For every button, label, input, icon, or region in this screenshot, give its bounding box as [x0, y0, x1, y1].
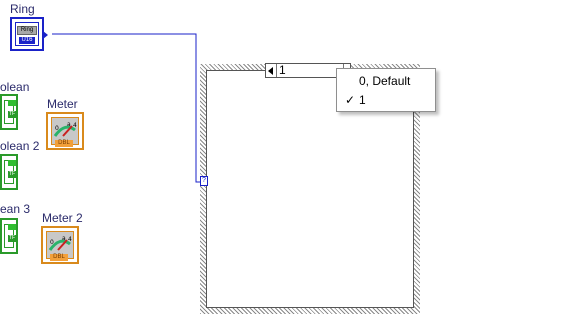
meter-1-terminal[interactable]: 0 a 4 DBL: [46, 112, 84, 150]
meter-1-label: Meter: [47, 97, 78, 111]
menu-item-case-1[interactable]: ✓ 1: [337, 91, 435, 109]
menu-item-label: 1: [359, 93, 366, 107]
svg-text:a: a: [62, 235, 66, 242]
ring-output-arrow: [43, 31, 48, 39]
boolean-2-label: olean 2: [0, 139, 40, 153]
boolean-3-label: ean 3: [0, 202, 31, 216]
boolean-type-badge: TF: [8, 235, 16, 242]
meter-2-label: Meter 2: [42, 211, 83, 225]
boolean-led-icon: [8, 224, 16, 230]
ring-type-badge: U16: [19, 37, 35, 44]
svg-text:4: 4: [73, 122, 77, 129]
boolean-type-badge: TF: [8, 111, 16, 118]
svg-text:4: 4: [68, 236, 72, 243]
boolean-1-terminal[interactable]: TF: [0, 94, 18, 130]
boolean-type-badge: TF: [8, 171, 16, 178]
boolean-2-terminal[interactable]: TF: [0, 154, 18, 190]
ring-icon: Ring U16: [15, 22, 39, 46]
ring-chip: Ring: [17, 26, 37, 35]
boolean-led-icon: [8, 160, 16, 166]
ring-terminal[interactable]: Ring U16: [10, 17, 48, 51]
svg-text:a: a: [67, 121, 71, 128]
menu-item-label: 0, Default: [359, 74, 411, 88]
meter-type-badge: DBL: [50, 254, 68, 261]
boolean-1-label: olean: [0, 80, 30, 94]
previous-case-arrow-icon[interactable]: [266, 64, 277, 77]
meter-type-badge: DBL: [55, 140, 73, 147]
checkmark-icon: ✓: [345, 93, 356, 107]
ring-label: Ring: [10, 2, 35, 16]
boolean-led-icon: [8, 100, 16, 106]
menu-item-case-0[interactable]: 0, Default: [337, 72, 435, 90]
case-dropdown-menu: 0, Default ✓ 1: [336, 68, 436, 112]
meter-2-terminal[interactable]: 0 a 4 DBL: [41, 226, 79, 264]
svg-text:0: 0: [50, 239, 54, 246]
svg-text:0: 0: [55, 125, 59, 132]
case-selector-terminal[interactable]: ?: [200, 176, 208, 186]
boolean-3-terminal[interactable]: TF: [0, 218, 18, 254]
case-selector-value: 1: [279, 63, 286, 77]
